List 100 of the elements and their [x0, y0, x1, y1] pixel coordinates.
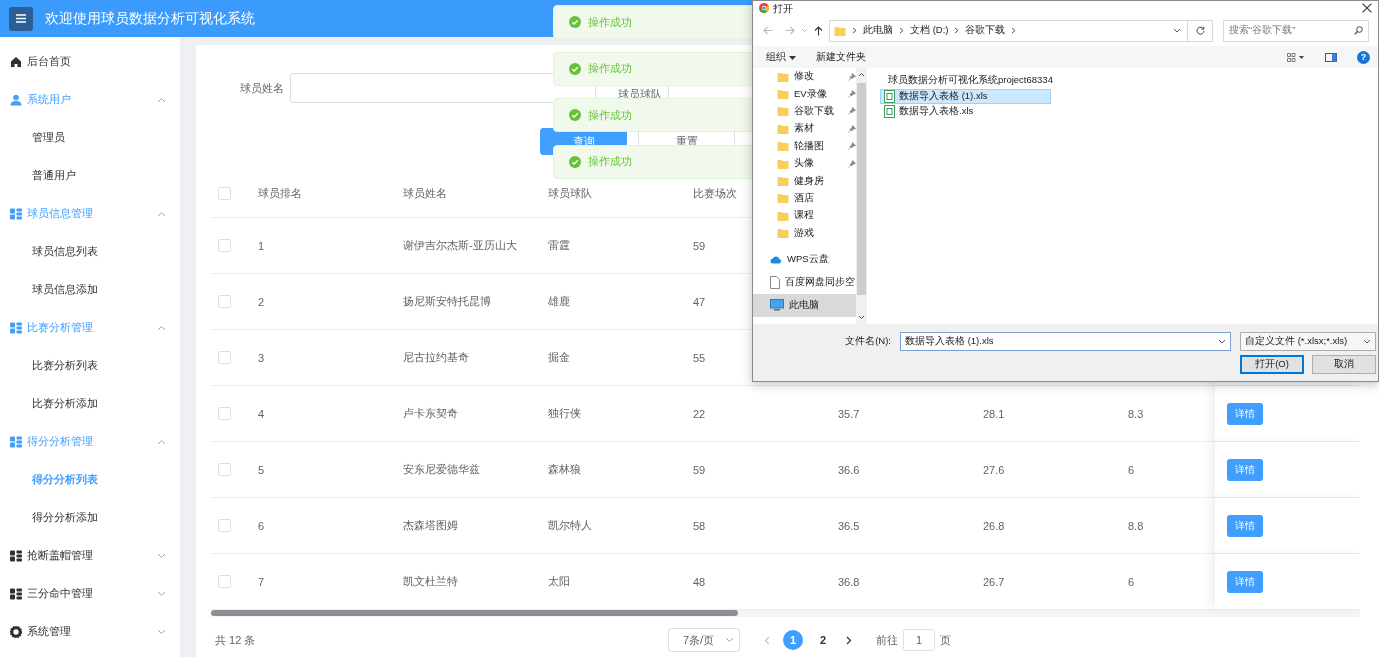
breadcrumb-item[interactable]: 此电脑: [863, 24, 893, 37]
toast-message: 操作成功: [588, 14, 632, 30]
grid-icon: [10, 588, 22, 600]
table-cell: 尼古拉约基奇: [403, 351, 469, 363]
search-field[interactable]: 搜索“谷歌下载”: [1223, 19, 1369, 42]
row-checkbox[interactable]: [218, 463, 231, 476]
back-arrow-icon[interactable]: [763, 26, 773, 35]
file-item[interactable]: 数据导入表格.xls: [880, 104, 1051, 120]
scroll-up-icon[interactable]: [858, 72, 865, 77]
nav-item[interactable]: 谷歌下载: [753, 102, 856, 121]
table-cell: 35.7: [838, 407, 860, 420]
menu-button[interactable]: [9, 6, 33, 31]
folder-icon: [777, 140, 789, 153]
organize-menu[interactable]: 组织: [766, 50, 796, 64]
table-cell: 59: [693, 463, 706, 476]
table-cell: 26.8: [983, 519, 1005, 532]
menu-item[interactable]: 比赛分析添加: [32, 397, 98, 411]
next-page-icon[interactable]: [846, 635, 852, 645]
row-checkbox[interactable]: [218, 295, 231, 308]
close-icon[interactable]: [1362, 3, 1372, 13]
view-options-icon[interactable]: [1287, 52, 1305, 62]
app-logo-icon: [759, 3, 769, 13]
filename-label: 文件名(N):: [844, 335, 891, 348]
table-cell: 36.8: [838, 575, 860, 588]
folder-icon: [777, 209, 789, 222]
text-field[interactable]: [290, 73, 596, 103]
menu-group[interactable]: 系统管理: [0, 613, 180, 651]
nav-item[interactable]: 轮播图: [753, 137, 856, 155]
select-all-checkbox[interactable]: [218, 187, 231, 200]
grid-icon: [10, 208, 22, 220]
row-checkbox[interactable]: [218, 575, 231, 588]
chevron-icon: [157, 439, 166, 445]
folder-icon: [777, 227, 789, 240]
row-checkbox[interactable]: [218, 239, 231, 252]
breadcrumb-item[interactable]: 文档 (D:): [910, 24, 949, 37]
filename-field[interactable]: 数据导入表格 (1).xls: [900, 332, 1231, 351]
check-circle-icon: [569, 62, 581, 75]
menu-group[interactable]: 三分命中管理: [0, 575, 180, 613]
nav-item[interactable]: 此电脑: [753, 293, 856, 317]
check-circle-icon: [569, 109, 581, 121]
nav-item[interactable]: 头像: [753, 154, 856, 173]
nav-item[interactable]: 百度网盘同步空: [753, 270, 856, 294]
menu-item[interactable]: 球员信息列表: [32, 245, 98, 259]
nav-item[interactable]: 酒店: [753, 189, 856, 208]
row-checkbox[interactable]: [218, 407, 231, 420]
cancel-button[interactable]: 取消: [1312, 355, 1376, 374]
open-button[interactable]: 打开(O): [1240, 355, 1304, 374]
toast-message: 操作成功: [588, 154, 632, 169]
nav-item[interactable]: WPS云盘: [753, 247, 856, 271]
folder-icon: [834, 24, 846, 37]
grid-icon: [10, 436, 22, 448]
menu-item[interactable]: 普通用户: [32, 169, 76, 183]
nav-item[interactable]: 游戏: [753, 224, 856, 242]
menu-item[interactable]: 球员信息添加: [32, 283, 98, 297]
page-number-field[interactable]: 1: [903, 629, 935, 651]
chevron-icon: [157, 629, 166, 635]
vertical-scrollbar[interactable]: [856, 68, 867, 324]
table-cell: 卢卡东契奇: [403, 407, 458, 419]
nav-item[interactable]: 课程: [753, 207, 856, 225]
address-bar[interactable]: 此电脑 文档 (D:) 谷歌下载: [829, 19, 1213, 42]
table-cell: 3: [258, 351, 265, 364]
toast-message: 操作成功: [588, 61, 632, 76]
chevron-icon: [1218, 339, 1226, 344]
nav-item[interactable]: 修改: [753, 68, 856, 86]
file-type-select[interactable]: 自定义文件 (*.xlsx;*.xls): [1240, 332, 1376, 351]
nav-item[interactable]: EV录像: [753, 85, 856, 103]
page-button[interactable]: 2: [813, 630, 833, 650]
file-item[interactable]: 数据导入表格 (1).xls: [880, 88, 1051, 104]
forward-arrow-icon[interactable]: [785, 26, 795, 35]
grid-icon: [10, 322, 22, 334]
menu-item[interactable]: 管理员: [32, 131, 65, 145]
user-icon: [10, 94, 22, 106]
menu-group[interactable]: 后台首页: [0, 43, 180, 81]
menu-item[interactable]: 比赛分析列表: [32, 359, 98, 373]
row-checkbox[interactable]: [218, 351, 231, 364]
nav-item[interactable]: 素材: [753, 120, 856, 138]
table-cell: 6: [1128, 463, 1135, 476]
table-cell: 47: [693, 295, 706, 308]
up-arrow-icon[interactable]: [814, 25, 823, 36]
grid-icon: [10, 550, 22, 562]
page-size-select[interactable]: 7条/页: [668, 628, 740, 652]
new-folder-button[interactable]: 新建文件夹: [815, 50, 866, 64]
table-cell: 凯尔特人: [548, 519, 592, 531]
scroll-down-icon[interactable]: [858, 315, 865, 320]
column-header: 球员排名: [258, 187, 302, 199]
file-item[interactable]: 球员数据分析可视化系统project68334: [880, 73, 1051, 89]
table-cell: 58: [693, 519, 706, 532]
breadcrumb-item[interactable]: 谷歌下载: [965, 24, 1006, 37]
dialog-title: 打开: [773, 1, 793, 15]
menu-item[interactable]: 得分分析添加: [32, 511, 98, 525]
chevron-icon: [725, 637, 734, 643]
row-checkbox[interactable]: [218, 519, 231, 532]
help-button[interactable]: ?: [1357, 50, 1370, 64]
column-header: 球员球队: [548, 187, 592, 199]
nav-item[interactable]: 健身房: [753, 172, 856, 190]
menu-group[interactable]: 抢断盖帽管理: [0, 537, 180, 575]
preview-pane-icon[interactable]: [1325, 52, 1337, 62]
dropdown-caret-icon[interactable]: [1173, 28, 1181, 33]
horizontal-scrollbar[interactable]: [211, 610, 1360, 617]
previous-page-icon[interactable]: [764, 635, 770, 645]
